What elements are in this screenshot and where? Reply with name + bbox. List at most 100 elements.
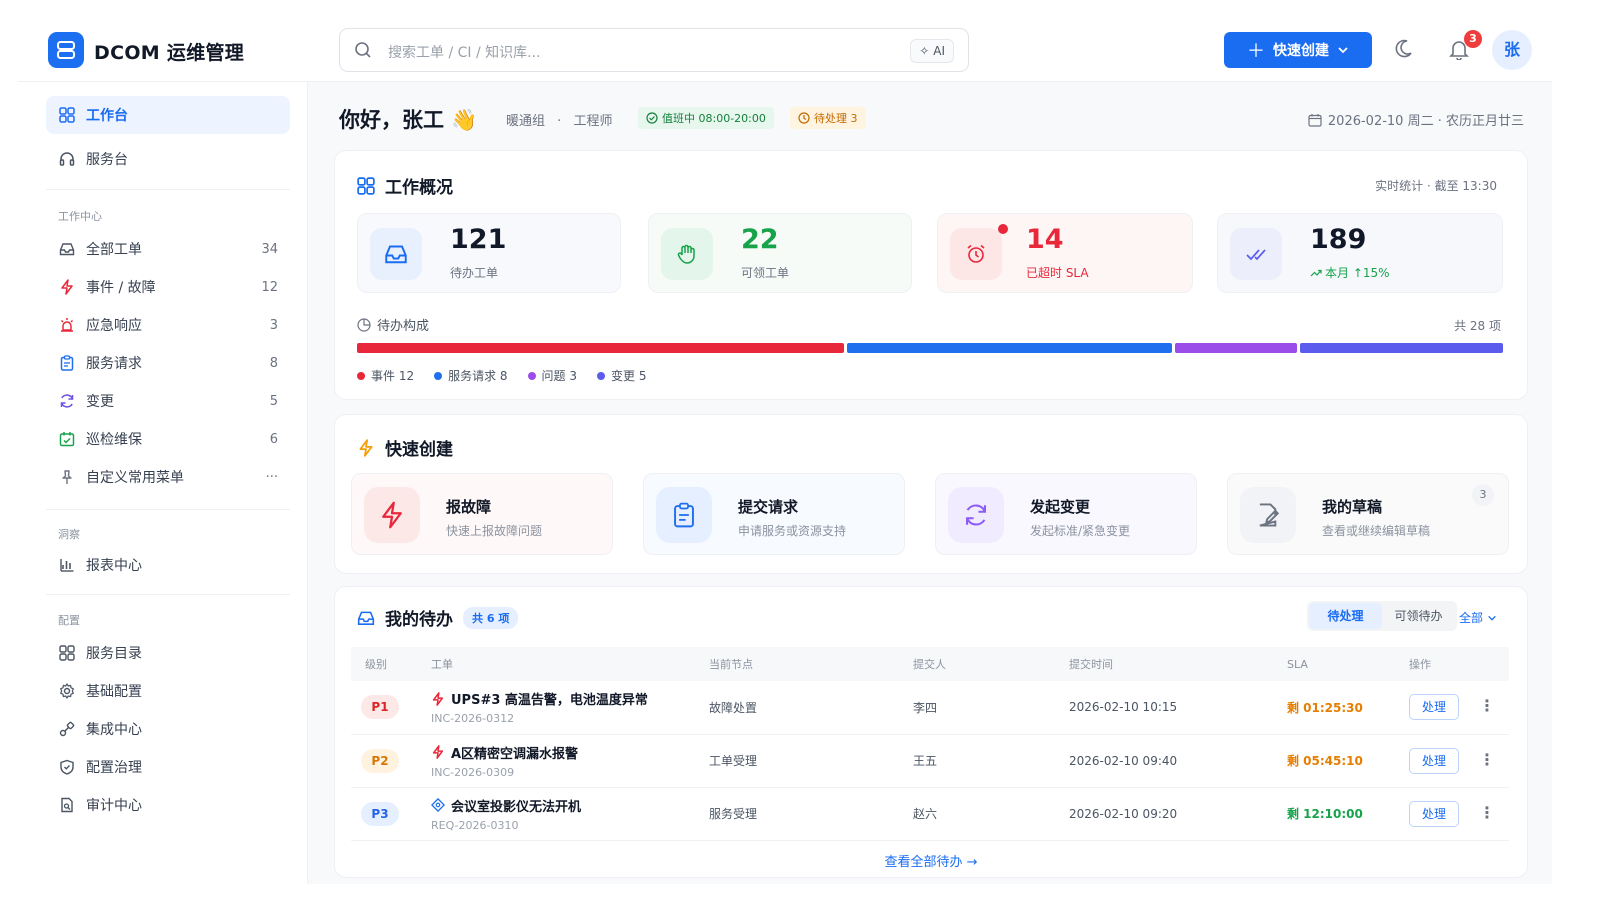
- stat-monthly-completed[interactable]: 189 本月 ↑15%: [1217, 213, 1503, 293]
- sidebar-item-service-desk[interactable]: 服务台: [46, 140, 290, 178]
- more-options-icon[interactable]: ⋮: [1479, 750, 1495, 769]
- sidebar-item-integration[interactable]: 集成中心: [46, 710, 290, 748]
- composition-bar: [357, 343, 1503, 353]
- sidebar-item-reports[interactable]: 报表中心: [46, 546, 290, 584]
- sidebar-item-incidents[interactable]: 事件 / 故障 12: [46, 268, 290, 306]
- user-team: 暖通组: [506, 114, 546, 129]
- col-header: 当前节点: [709, 647, 913, 681]
- greeting-title: 你好，张工 👋: [339, 108, 478, 132]
- sidebar-item-custom-menu[interactable]: 自定义常用菜单 ···: [46, 458, 290, 496]
- date-text: 2026-02-10 周二 · 农历正月廿三: [1327, 114, 1524, 129]
- legend-label: 事件 12: [371, 369, 415, 383]
- sla-remaining: 剩 01:25:30: [1287, 681, 1409, 735]
- quick-report-fault[interactable]: 报故障 快速上报故障问题: [351, 473, 613, 555]
- search-placeholder: 搜索工单 / CI / 知识库...: [388, 45, 541, 61]
- sidebar-item-emergency[interactable]: 应急响应 3: [46, 306, 290, 344]
- more-options-icon[interactable]: ···: [266, 470, 278, 485]
- user-avatar[interactable]: 张: [1492, 30, 1532, 70]
- handle-button[interactable]: 处理: [1409, 747, 1459, 774]
- ticket-title[interactable]: 会议室投影仪无法开机: [431, 796, 709, 815]
- todo-filter-dropdown[interactable]: 全部: [1459, 609, 1497, 626]
- sidebar-item-workbench[interactable]: 工作台: [46, 96, 290, 134]
- legend-dot: [357, 372, 365, 380]
- table-row[interactable]: P3 会议室投影仪无法开机 REQ-2026-0310 服务受理 赵六 2026…: [351, 787, 1509, 841]
- sidebar-item-audit[interactable]: 审计中心: [46, 786, 290, 824]
- stat-trend: 本月 ↑15%: [1310, 264, 1390, 281]
- app-title: DCOM 运维管理: [94, 42, 245, 64]
- lightning-icon: [432, 745, 444, 759]
- ticket-title[interactable]: A区精密空调漏水报警: [431, 743, 709, 762]
- ai-search-button[interactable]: ✧ AI: [910, 39, 954, 63]
- submitter: 王五: [913, 734, 1069, 788]
- user-role: 工程师: [573, 114, 613, 129]
- legend-item: 事件 12: [357, 367, 414, 384]
- sidebar-item-count: 5: [269, 393, 278, 409]
- global-search[interactable]: 搜索工单 / CI / 知识库... ✧ AI: [339, 28, 969, 72]
- sidebar-item-label: 基础配置: [86, 684, 142, 700]
- shield-check-icon: [60, 759, 74, 775]
- legend-dot: [434, 372, 443, 380]
- document-edit-icon: [1259, 503, 1280, 527]
- stat-pending-tickets[interactable]: 121 待办工单: [357, 213, 621, 293]
- stat-claimable-tickets[interactable]: 22 可领工单: [648, 213, 912, 293]
- stat-label: 已超时 SLA: [1026, 266, 1089, 280]
- app-window: DCOM 运维管理 搜索工单 / CI / 知识库... ✧ AI ＋ 快速创建 …: [18, 14, 1552, 884]
- lightning-icon: [382, 501, 402, 529]
- quick-initiate-change[interactable]: 发起变更 发起标准/紧急变更: [935, 473, 1197, 555]
- priority-badge: P1: [361, 695, 399, 720]
- stat-icon-box: [661, 228, 713, 280]
- todo-heading: 我的待办 共 6 项: [357, 605, 519, 630]
- handle-button[interactable]: 处理: [1409, 800, 1459, 827]
- notification-count-badge: 3: [1464, 30, 1482, 48]
- tab-pending[interactable]: 待处理: [1309, 603, 1382, 629]
- ticket-title[interactable]: UPS#3 高温告警，电池温度异常: [431, 689, 709, 708]
- top-bar: DCOM 运维管理 搜索工单 / CI / 知识库... ✧ AI ＋ 快速创建 …: [18, 14, 1552, 82]
- handle-button[interactable]: 处理: [1409, 694, 1459, 721]
- grid-icon: [59, 645, 75, 661]
- sidebar-section-config: 配置: [58, 614, 80, 627]
- table-row[interactable]: P1 UPS#3 高温告警，电池温度异常 INC-2026-0312 故障处置 …: [351, 681, 1509, 735]
- quick-my-drafts[interactable]: 我的草稿 查看或继续编辑草稿 3: [1227, 473, 1509, 555]
- sidebar-item-label: 工作台: [86, 108, 128, 124]
- col-header: 工单: [431, 647, 709, 681]
- refresh-icon: [60, 394, 74, 408]
- sidebar-item-label: 集成中心: [86, 722, 142, 738]
- alarm-clock-icon: [967, 244, 985, 263]
- sidebar-divider: [46, 509, 290, 510]
- dark-mode-icon[interactable]: [1392, 38, 1414, 60]
- quick-create-button[interactable]: ＋ 快速创建: [1224, 32, 1372, 68]
- sidebar-section-insight: 洞察: [58, 528, 80, 541]
- sidebar-item-changes[interactable]: 变更 5: [46, 382, 290, 420]
- table-row[interactable]: P2 A区精密空调漏水报警 INC-2026-0309 工单受理 王五 2026…: [351, 734, 1509, 788]
- tab-claimable[interactable]: 可领待办: [1382, 603, 1455, 629]
- siren-icon: [60, 318, 74, 332]
- view-all-todo-link[interactable]: 查看全部待办 →: [335, 851, 1527, 870]
- more-options-icon[interactable]: ⋮: [1479, 803, 1495, 822]
- server-icon: [57, 41, 75, 59]
- sidebar-item-label: 应急响应: [86, 318, 142, 334]
- sidebar-divider: [46, 189, 290, 190]
- inbox-icon: [357, 611, 375, 625]
- sidebar-item-service-requests[interactable]: 服务请求 8: [46, 344, 290, 382]
- on-duty-badge: 值班中 08:00-20:00: [638, 107, 774, 129]
- bar-chart-icon: [60, 559, 74, 572]
- more-options-icon[interactable]: ⋮: [1479, 696, 1495, 715]
- sidebar-divider: [46, 594, 290, 595]
- quick-item-title: 报故障: [446, 498, 492, 516]
- app-logo[interactable]: [48, 32, 84, 68]
- sidebar-item-base-config[interactable]: 基础配置: [46, 672, 290, 710]
- sidebar-item-config-governance[interactable]: 配置治理: [46, 748, 290, 786]
- stat-sla-overdue[interactable]: 14 已超时 SLA: [937, 213, 1193, 293]
- sidebar-item-service-catalog[interactable]: 服务目录: [46, 634, 290, 672]
- pending-badge[interactable]: 待处理 3: [790, 107, 866, 129]
- chevron-down-icon: [1338, 47, 1348, 54]
- sidebar-item-count: 34: [261, 241, 278, 257]
- sidebar-item-all-tickets[interactable]: 全部工单 34: [46, 230, 290, 268]
- sidebar-item-label: 变更: [86, 394, 114, 410]
- sidebar-item-label: 自定义常用菜单: [86, 470, 184, 486]
- sidebar-item-inspection[interactable]: 巡检维保 6: [46, 420, 290, 458]
- quick-submit-request[interactable]: 提交请求 申请服务或资源支持: [643, 473, 905, 555]
- plug-icon: [59, 721, 75, 737]
- composition-segment: [1299, 343, 1503, 353]
- sidebar-item-count: 3: [269, 317, 278, 333]
